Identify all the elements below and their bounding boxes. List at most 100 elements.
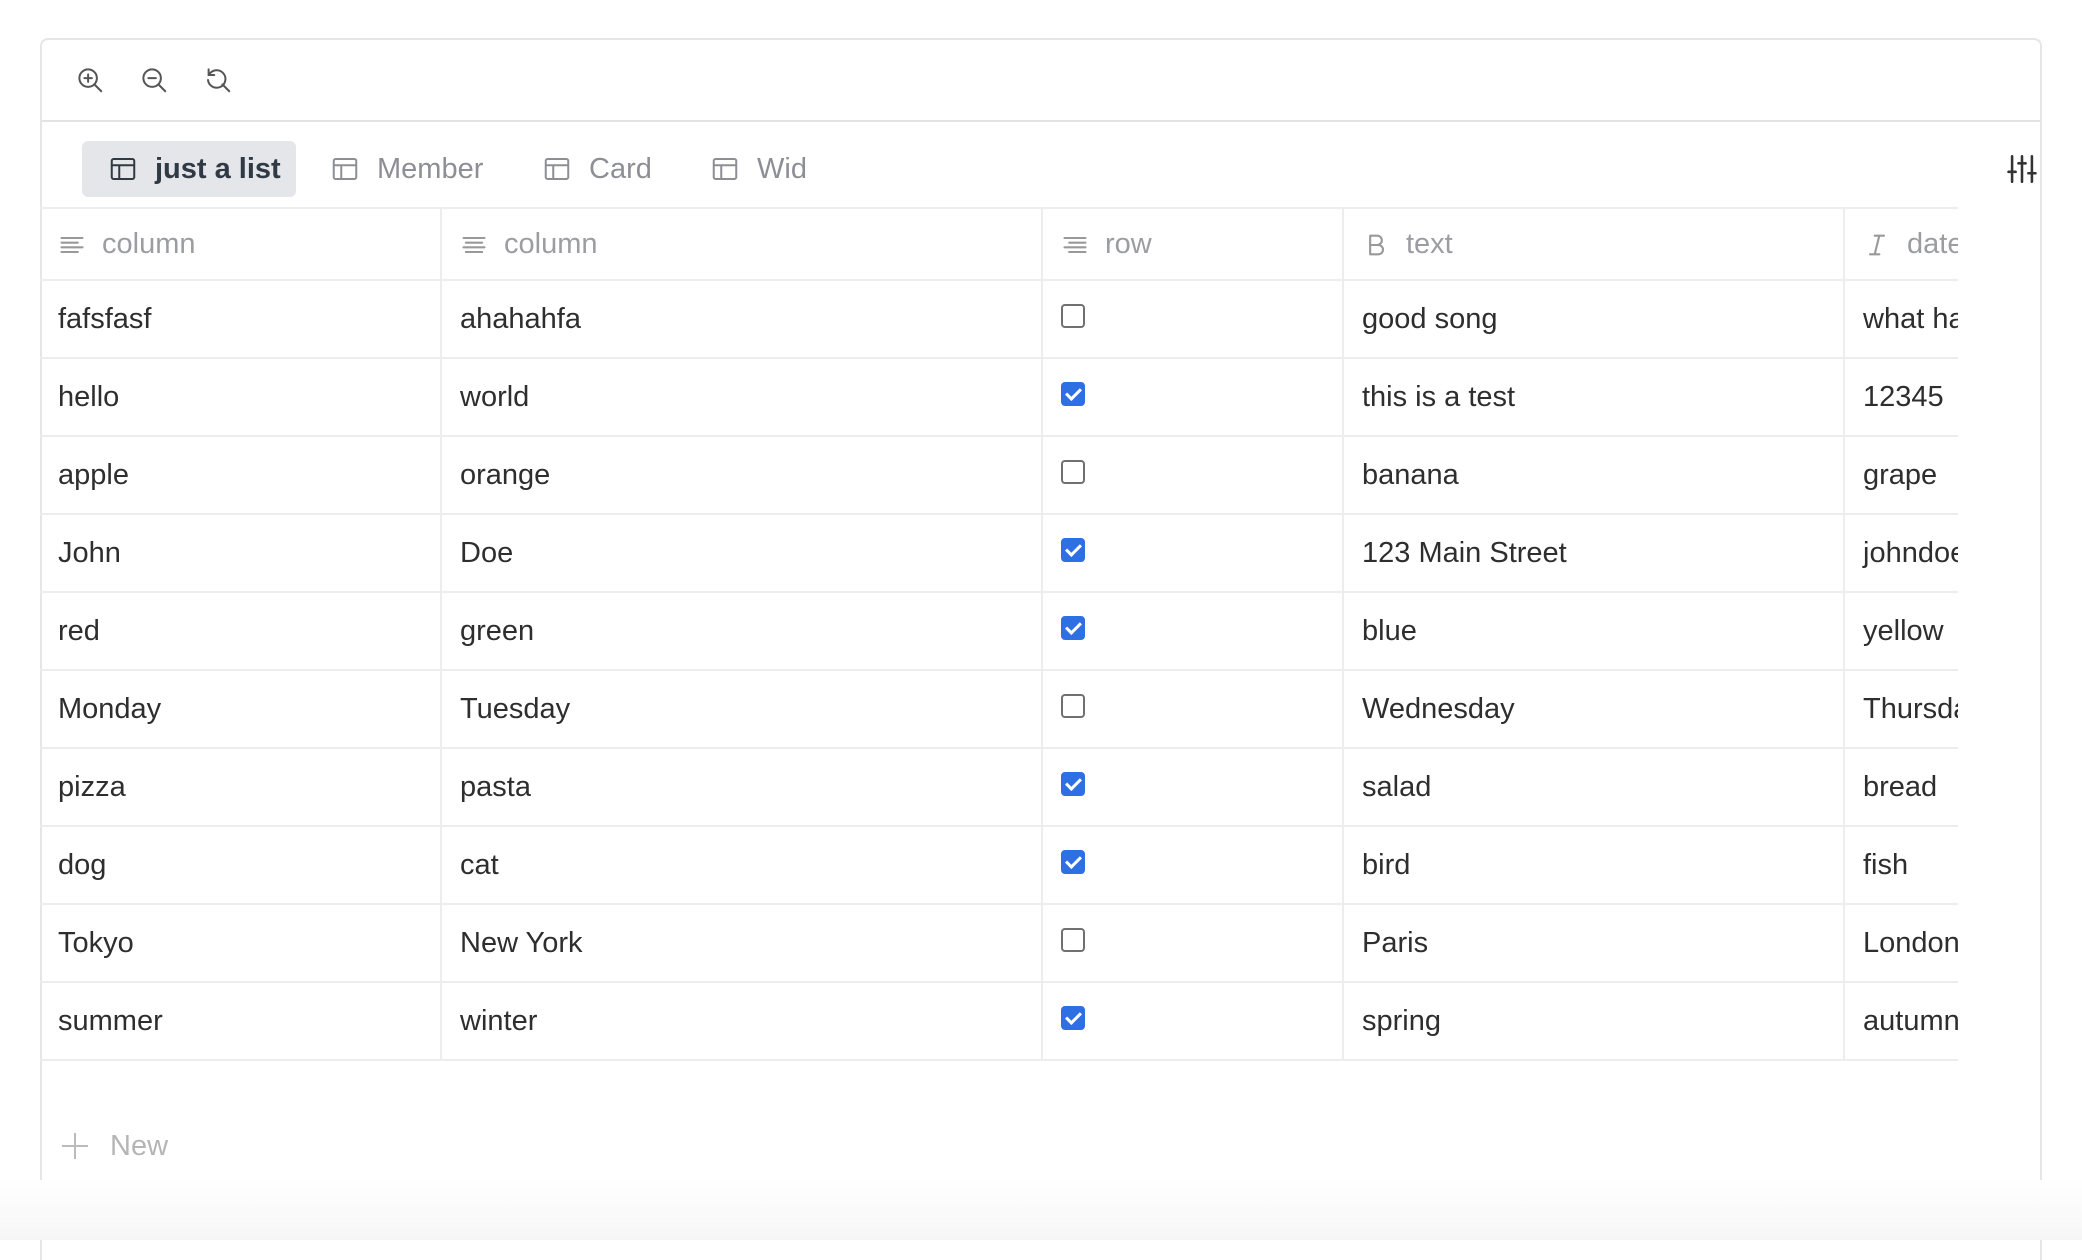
table-row: MondayTuesday WednesdayThursday (40, 670, 1958, 748)
data-table-viewport[interactable]: column column row text date fafsfasfahah… (40, 207, 1958, 1103)
add-row-button[interactable]: New (62, 1126, 168, 1166)
table-cell[interactable]: yellow (1844, 592, 1958, 670)
table-cell[interactable]: orange (441, 436, 1042, 514)
table-cell[interactable]: dog (40, 826, 441, 904)
table-header-row: column column row text date (40, 208, 1958, 280)
zoom-in-icon (75, 65, 105, 95)
table-cell[interactable]: spring (1343, 982, 1844, 1060)
table-cell[interactable]: summer (40, 982, 441, 1060)
table-cell[interactable]: green (441, 592, 1042, 670)
text-align-center-icon (460, 231, 488, 259)
table-cell[interactable]: 12345 (1844, 358, 1958, 436)
tab-label: Member (377, 153, 483, 186)
table-cell[interactable]: fish (1844, 826, 1958, 904)
plus-icon (62, 1133, 88, 1159)
table-row: TokyoNew York ParisLondon (40, 904, 1958, 982)
table-cell[interactable]: Paris (1343, 904, 1844, 982)
text-align-right-icon (1061, 231, 1089, 259)
table-row: redgreen blueyellow (40, 592, 1958, 670)
row-checkbox[interactable] (1061, 616, 1085, 640)
table-row: summerwinter springautumn (40, 982, 1958, 1060)
tab-card[interactable]: Card (542, 141, 652, 197)
table-cell[interactable]: New York (441, 904, 1042, 982)
table-cell[interactable]: Tokyo (40, 904, 441, 982)
table-cell[interactable]: Monday (40, 670, 441, 748)
text-align-left-icon (58, 231, 86, 259)
table-cell[interactable]: salad (1343, 748, 1844, 826)
table-cell[interactable]: cat (441, 826, 1042, 904)
table-row: pizzapasta saladbread (40, 748, 1958, 826)
tab-wid[interactable]: Wid (710, 141, 807, 197)
column-header[interactable]: column (40, 208, 441, 280)
column-header[interactable]: row (1042, 208, 1343, 280)
table-cell[interactable]: grape (1844, 436, 1958, 514)
row-checkbox[interactable] (1061, 928, 1085, 952)
table-cell (1042, 826, 1343, 904)
table-cell[interactable]: 123 Main Street (1343, 514, 1844, 592)
sliders-icon (2005, 152, 2039, 186)
table-cell[interactable]: winter (441, 982, 1042, 1060)
table-row: JohnDoe 123 Main Streetjohndoe (40, 514, 1958, 592)
column-header[interactable]: text (1343, 208, 1844, 280)
table-cell[interactable]: Thursday (1844, 670, 1958, 748)
table-body: fafsfasfahahahfagood songwhat happenedhe… (40, 280, 1958, 1060)
table-cell (1042, 358, 1343, 436)
table-cell[interactable]: Tuesday (441, 670, 1042, 748)
table-cell[interactable]: Doe (441, 514, 1042, 592)
table-cell[interactable]: bread (1844, 748, 1958, 826)
row-checkbox[interactable] (1061, 694, 1085, 718)
zoom-in-button[interactable] (70, 60, 110, 100)
column-header[interactable]: column (441, 208, 1042, 280)
table-cell (1042, 670, 1343, 748)
row-checkbox[interactable] (1061, 1006, 1085, 1030)
table-cell[interactable]: hello (40, 358, 441, 436)
table-cell (1042, 904, 1343, 982)
table-cell (1042, 592, 1343, 670)
table-cell[interactable]: autumn (1844, 982, 1958, 1060)
row-checkbox[interactable] (1061, 772, 1085, 796)
zoom-toolbar (42, 40, 2040, 122)
table-cell[interactable]: blue (1343, 592, 1844, 670)
table-cell[interactable]: pizza (40, 748, 441, 826)
row-checkbox[interactable] (1061, 304, 1085, 328)
table-cell (1042, 280, 1343, 358)
table-cell[interactable]: good song (1343, 280, 1844, 358)
zoom-out-button[interactable] (134, 60, 174, 100)
tab-member[interactable]: Member (330, 141, 483, 197)
table-cell[interactable]: red (40, 592, 441, 670)
table-cell (1042, 436, 1343, 514)
row-checkbox[interactable] (1061, 382, 1085, 406)
view-tabs-bar: just a list Member Card Wid (40, 141, 2042, 197)
table-cell[interactable]: bird (1343, 826, 1844, 904)
table-cell[interactable]: what happened (1844, 280, 1958, 358)
table-row: helloworld this is a test12345 (40, 358, 1958, 436)
view-settings-button[interactable] (2002, 141, 2042, 197)
column-header[interactable]: date (1844, 208, 1958, 280)
bold-icon (1362, 231, 1390, 259)
row-checkbox[interactable] (1061, 460, 1085, 484)
table-icon (108, 154, 138, 184)
bottom-fade (0, 1180, 2082, 1240)
table-row: fafsfasfahahahfa good songwhat happened (40, 280, 1958, 358)
tab-just-a-list[interactable]: just a list (82, 141, 296, 197)
table-cell[interactable]: ahahahfa (441, 280, 1042, 358)
table-cell[interactable]: banana (1343, 436, 1844, 514)
tab-label: Wid (757, 153, 807, 186)
tab-label: just a list (155, 153, 281, 186)
table-cell[interactable]: Wednesday (1343, 670, 1844, 748)
add-row-label: New (110, 1130, 168, 1163)
table-cell[interactable]: world (441, 358, 1042, 436)
table-cell[interactable]: fafsfasf (40, 280, 441, 358)
reset-zoom-button[interactable] (198, 60, 238, 100)
table-icon (710, 154, 740, 184)
table-cell[interactable]: johndoe (1844, 514, 1958, 592)
row-checkbox[interactable] (1061, 850, 1085, 874)
table-row: appleorange bananagrape (40, 436, 1958, 514)
table-cell[interactable]: pasta (441, 748, 1042, 826)
table-cell[interactable]: this is a test (1343, 358, 1844, 436)
zoom-out-icon (139, 65, 169, 95)
table-cell[interactable]: John (40, 514, 441, 592)
row-checkbox[interactable] (1061, 538, 1085, 562)
table-cell[interactable]: London (1844, 904, 1958, 982)
table-cell[interactable]: apple (40, 436, 441, 514)
